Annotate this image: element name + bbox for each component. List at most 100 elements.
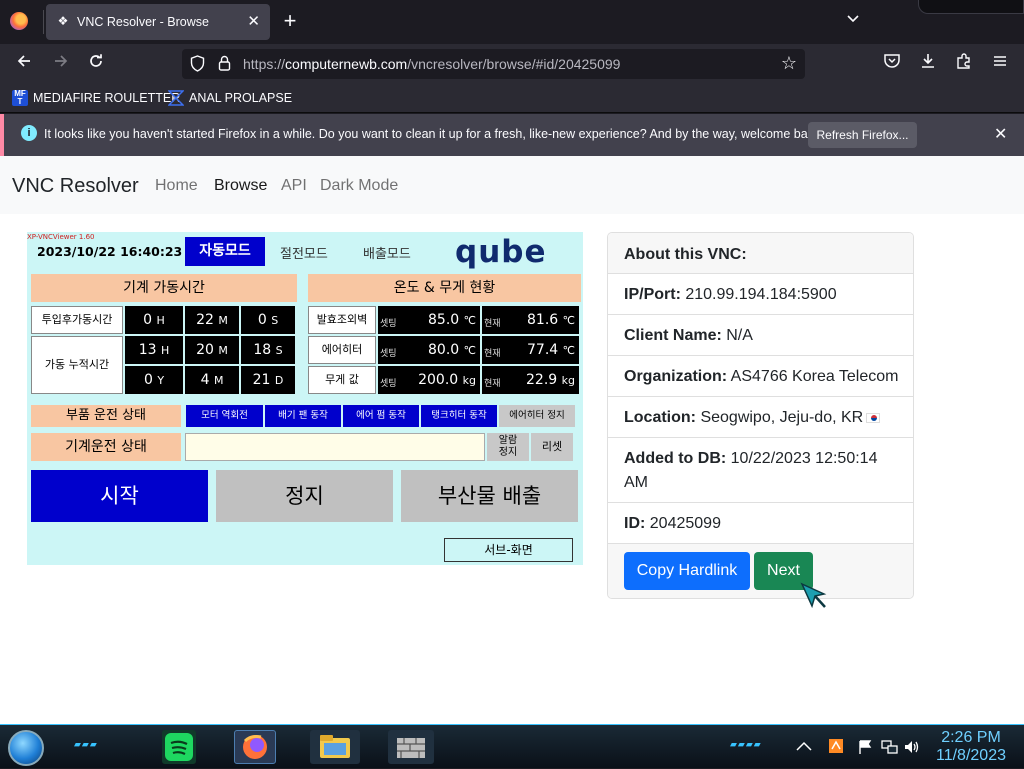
row-id: ID: 20425099 — [608, 503, 913, 544]
taskbar-decoration: ▰▰▰▰ — [730, 739, 762, 749]
firefox-icon[interactable] — [10, 12, 28, 30]
org-value: AS4766 Korea Telecom — [730, 368, 899, 385]
hmi-runtime-header: 기계 가동시간 — [31, 274, 297, 302]
hmi-runtime3-days: 21 D — [241, 366, 295, 394]
site-navbar: VNC Resolver Home Browse API Dark Mode — [0, 156, 1024, 214]
back-arrow-icon — [17, 55, 30, 67]
network-icon[interactable] — [880, 739, 898, 758]
notification-message: It looks like you haven't started Firefo… — [44, 127, 824, 141]
id-label: ID: — [624, 515, 646, 532]
hmi-stop-button: 정지 — [216, 470, 393, 522]
mediafire-favicon-icon: MF T — [12, 90, 28, 106]
hmi-alarm-stop-button: 알람 정지 — [487, 433, 529, 461]
show-hidden-icons-button[interactable] — [794, 739, 814, 756]
volume-icon[interactable] — [903, 739, 921, 758]
extensions-button[interactable] — [952, 52, 976, 76]
card-header: About this VNC: — [608, 233, 913, 274]
card-title: About this VNC: — [624, 246, 747, 263]
spotify-icon[interactable] — [162, 730, 196, 764]
site-brand[interactable]: VNC Resolver — [12, 175, 139, 198]
refresh-firefox-button[interactable]: Refresh Firefox... — [808, 122, 917, 148]
tray-app-icon[interactable] — [828, 738, 844, 757]
bookmark-favicon-icon — [167, 90, 185, 106]
hmi-machine-status-display — [185, 433, 485, 461]
bookmark-mediafire-rouletter[interactable]: MF T MEDIAFIRE ROULETTER — [12, 90, 180, 106]
client-value: N/A — [726, 327, 753, 344]
hmi-temp-weight-header: 온도 & 무게 현황 — [308, 274, 581, 302]
hmi-mode-power-save: 절전모드 — [280, 247, 328, 262]
url-path: /vncresolver/browse/#id/20425099 — [407, 56, 621, 72]
hmi-reset-button: 리셋 — [531, 433, 573, 461]
nav-browse[interactable]: Browse — [214, 177, 267, 195]
hmi-machine-status-label: 기계운전 상태 — [31, 433, 181, 461]
hmi-air-heater-set: 셋팅 80.0 ℃ — [378, 336, 480, 364]
forward-button[interactable] — [49, 52, 73, 76]
vnc-viewer-version: XP-VNCViewer 1.60 — [27, 233, 95, 241]
hmi-runtime2-seconds: 18 S — [241, 336, 295, 364]
hmi-weight-current: 현재 22.9 kg — [482, 366, 579, 394]
nav-api[interactable]: API — [281, 177, 307, 195]
info-icon: i — [21, 125, 37, 141]
bookmark-label: MEDIAFIRE ROULETTER — [33, 91, 181, 105]
hmi-part-exhaust-fan: 배기 팬 동작 — [265, 405, 341, 427]
action-center-flag-icon[interactable] — [857, 739, 873, 758]
nav-dark-mode[interactable]: Dark Mode — [320, 177, 398, 195]
firefox-taskbar-icon[interactable] — [234, 730, 276, 764]
notification-close-icon[interactable]: ✕ — [994, 124, 1007, 144]
back-button[interactable] — [12, 52, 36, 76]
lock-icon[interactable] — [218, 55, 231, 74]
about-vnc-card: About this VNC: IP/Port: 210.99.194.184:… — [607, 232, 914, 599]
downloads-button[interactable] — [916, 52, 940, 76]
bookmarks-toolbar: MF T MEDIAFIRE ROULETTER ANAL PROLAPSE — [0, 84, 1024, 113]
firewall-icon[interactable] — [388, 730, 434, 764]
file-explorer-icon[interactable] — [310, 730, 360, 764]
app-menu-button[interactable] — [988, 52, 1012, 76]
url-text[interactable]: https://computernewb.com/vncresolver/bro… — [243, 56, 620, 72]
pocket-icon — [884, 54, 900, 68]
hmi-runtime2-hours: 13 H — [125, 336, 183, 364]
hmi-label-air-heater: 에어히터 — [308, 336, 376, 364]
bookmark-anal-prolapse[interactable]: ANAL PROLAPSE — [167, 90, 292, 106]
tracking-protection-shield-icon[interactable] — [190, 55, 206, 73]
hmi-part-tank-heater: 탱크히터 동작 — [421, 405, 497, 427]
address-bar[interactable]: https://computernewb.com/vncresolver/bro… — [182, 49, 805, 79]
new-tab-button[interactable]: + — [280, 9, 300, 33]
row-added-to-db: Added to DB: 10/22/2023 12:50:14 AM — [608, 438, 913, 503]
clock-time: 2:26 PM — [941, 729, 1001, 746]
client-label: Client Name: — [624, 327, 722, 344]
row-client-name: Client Name: N/A — [608, 315, 913, 356]
tab-close-icon[interactable]: ✕ — [247, 12, 260, 30]
taskbar-clock[interactable]: 2:26 PM 11/8/2023 — [930, 729, 1012, 765]
hmi-part-air-heater-stop: 에어히터 정지 — [499, 405, 575, 427]
forward-arrow-icon — [55, 55, 68, 67]
hmi-label-since-input: 투입후가동시간 — [31, 306, 123, 334]
added-label: Added to DB: — [624, 450, 727, 467]
hmi-runtime3-years: 0 Y — [125, 366, 183, 394]
hmi-air-heater-current: 현재 77.4 ℃ — [482, 336, 579, 364]
list-all-tabs-button[interactable] — [846, 12, 860, 27]
tab-vnc-resolver[interactable]: ❖ VNC Resolver - Browse ✕ — [46, 4, 270, 40]
row-organization: Organization: AS4766 Korea Telecom — [608, 356, 913, 397]
location-value: Seogwipo, Jeju-do, KR — [700, 409, 864, 426]
hmi-runtime1-minutes: 22 M — [185, 306, 239, 334]
hmi-start-button: 시작 — [31, 470, 208, 522]
download-icon — [922, 54, 934, 68]
hmi-fermenter-current: 현재 81.6 ℃ — [482, 306, 579, 334]
reload-icon — [90, 54, 102, 67]
url-host: computernewb.com — [285, 56, 408, 72]
copy-hardlink-button[interactable]: Copy Hardlink — [624, 552, 750, 590]
qube-logo: qube — [455, 234, 547, 270]
web-page: VNC Resolver Home Browse API Dark Mode X… — [0, 156, 1024, 724]
reload-button[interactable] — [84, 52, 108, 76]
bookmark-star-icon[interactable]: ☆ — [781, 53, 797, 74]
window-controls[interactable] — [918, 0, 1024, 14]
clock-date: 11/8/2023 — [936, 747, 1006, 764]
hmi-parts-status-label: 부품 운전 상태 — [31, 405, 181, 427]
taskbar: ▰▰▰ ▰▰▰▰ 2:26 PM 11/8/2023 — [0, 724, 1024, 768]
pocket-button[interactable] — [880, 52, 904, 76]
start-orb-icon[interactable] — [8, 730, 44, 766]
hmi-weight-set: 셋팅 200.0 kg — [378, 366, 480, 394]
hmi-sub-screen-button: 서브-화면 — [444, 538, 573, 562]
row-location: Location: Seogwipo, Jeju-do, KR — [608, 397, 913, 438]
nav-home[interactable]: Home — [155, 177, 198, 195]
